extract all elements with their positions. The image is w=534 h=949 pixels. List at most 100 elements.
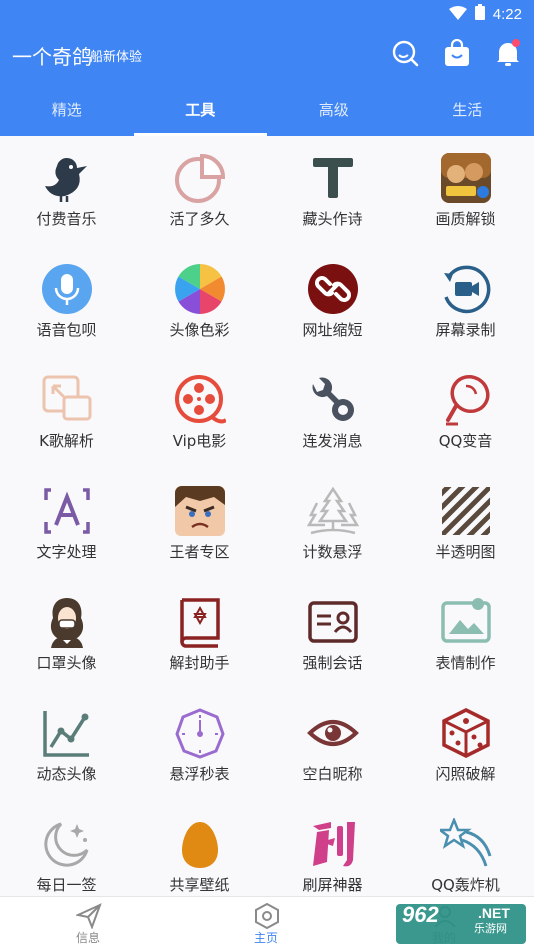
- diagonal-stripes-icon: [440, 485, 492, 537]
- tool-label: 活了多久: [169, 210, 230, 228]
- tab-advanced[interactable]: 高级: [267, 83, 401, 136]
- watermark: 962 .NET 乐游网: [394, 896, 534, 949]
- film-reel-icon: [174, 374, 226, 426]
- tool-karaoke-parse[interactable]: K歌解析: [0, 358, 133, 469]
- egg-icon: [174, 818, 226, 870]
- battery-icon: [474, 4, 485, 24]
- dice-icon: [440, 707, 492, 759]
- search-icon: [391, 39, 419, 71]
- tool-paid-music[interactable]: 付费音乐: [0, 136, 133, 247]
- hexagon-icon: [254, 903, 280, 929]
- tool-label: 藏头作诗: [302, 210, 363, 228]
- tool-spam-tool[interactable]: 刷屏神器: [266, 802, 399, 896]
- tool-url-shortener[interactable]: 网址缩短: [266, 247, 399, 358]
- notification-bell-icon: [495, 39, 521, 71]
- shooting-star-icon: [440, 818, 492, 870]
- color-wheel-icon: [174, 263, 226, 315]
- tool-age-counter[interactable]: 活了多久: [133, 136, 266, 247]
- tool-shared-wallpaper[interactable]: 共享壁纸: [133, 802, 266, 896]
- tab-bar: 精选 工具 高级 生活: [0, 83, 534, 136]
- tool-mask-avatar[interactable]: 口罩头像: [0, 580, 133, 691]
- tool-repeat-message[interactable]: 连发消息: [266, 358, 399, 469]
- text-a-icon: [41, 485, 93, 537]
- stopwatch-icon: [174, 707, 226, 759]
- tool-daily-sign[interactable]: 每日一签: [0, 802, 133, 896]
- tool-label: 表情制作: [435, 654, 496, 672]
- tool-king-zone[interactable]: 王者专区: [133, 469, 266, 580]
- app-title: 一个奇鸽: [12, 45, 92, 69]
- nav-label: 主页: [253, 931, 278, 945]
- tool-qq-bomber[interactable]: QQ轰炸机: [399, 802, 532, 896]
- tool-flash-photo-crack[interactable]: 闪照破解: [399, 691, 532, 802]
- tool-label: 半透明图: [435, 543, 496, 561]
- tool-vip-movie[interactable]: Vip电影: [133, 358, 266, 469]
- mirror-icon: [440, 374, 492, 426]
- tab-featured[interactable]: 精选: [0, 83, 134, 136]
- tool-label: QQ变音: [438, 432, 493, 450]
- game-character-icon: [174, 485, 226, 537]
- watermark-subtitle: 乐游网: [474, 922, 507, 935]
- tool-label: 悬浮秒表: [169, 765, 230, 783]
- line-chart-icon: [41, 707, 93, 759]
- tool-label: 屏幕录制: [435, 321, 496, 339]
- wrench-gear-icon: [307, 374, 359, 426]
- book-star-icon: [174, 596, 226, 648]
- tool-dynamic-avatar[interactable]: 动态头像: [0, 691, 133, 802]
- nav-label: 信息: [75, 931, 100, 945]
- tool-acrostic-poem[interactable]: 藏头作诗: [266, 136, 399, 247]
- tool-label: 动态头像: [36, 765, 97, 783]
- status-icons: 4:22: [448, 4, 522, 24]
- tool-label: 强制会话: [302, 654, 363, 672]
- nav-messages[interactable]: 信息: [28, 897, 148, 949]
- shop-button[interactable]: [439, 37, 475, 73]
- tool-quality-unlock[interactable]: 画质解锁: [399, 136, 532, 247]
- tool-blank-nickname[interactable]: 空白昵称: [266, 691, 399, 802]
- image-icon: [440, 596, 492, 648]
- tool-label: 口罩头像: [36, 654, 97, 672]
- tool-unban-helper[interactable]: 解封助手: [133, 580, 266, 691]
- tool-label: 刷屏神器: [302, 876, 363, 894]
- tool-float-stopwatch[interactable]: 悬浮秒表: [133, 691, 266, 802]
- game-poster-icon: [440, 152, 492, 204]
- tool-translucent-image[interactable]: 半透明图: [399, 469, 532, 580]
- tool-qq-voice-change[interactable]: QQ变音: [399, 358, 532, 469]
- tool-label: 头像色彩: [169, 321, 230, 339]
- search-button[interactable]: [387, 37, 423, 73]
- tool-float-counter[interactable]: 计数悬浮: [266, 469, 399, 580]
- screen-record-icon: [440, 263, 492, 315]
- eye-icon: [307, 707, 359, 759]
- tool-sticker-maker[interactable]: 表情制作: [399, 580, 532, 691]
- tool-label: 解封助手: [169, 654, 230, 672]
- tool-label: 计数悬浮: [302, 543, 363, 561]
- notification-button[interactable]: [490, 37, 526, 73]
- tool-label: 连发消息: [302, 432, 363, 450]
- paper-plane-icon: [76, 903, 102, 929]
- tool-label: 付费音乐: [36, 210, 97, 228]
- trees-icon: [307, 485, 359, 537]
- tool-label: 闪照破解: [435, 765, 496, 783]
- tool-force-chat[interactable]: 强制会话: [266, 580, 399, 691]
- app-subtitle: 船新体验: [90, 50, 143, 65]
- tool-label: K歌解析: [39, 432, 94, 450]
- tool-label: 文字处理: [36, 543, 97, 561]
- moon-stars-icon: [41, 818, 93, 870]
- shopping-bag-icon: [444, 38, 470, 71]
- pie-chart-icon: [174, 152, 226, 204]
- tool-text-process[interactable]: 文字处理: [0, 469, 133, 580]
- watermark-brand: 962: [402, 902, 439, 927]
- watermark-suffix: .NET: [478, 905, 510, 921]
- tool-grid: 付费音乐 活了多久 藏头作诗 画质解锁 语音包呗 头像色彩 网址缩短 屏幕录制 …: [0, 136, 534, 896]
- tool-label: 网址缩短: [302, 321, 363, 339]
- woman-avatar-icon: [41, 596, 93, 648]
- tool-avatar-color[interactable]: 头像色彩: [133, 247, 266, 358]
- bird-icon: [41, 152, 93, 204]
- tab-tools[interactable]: 工具: [133, 83, 268, 136]
- nav-home[interactable]: 主页: [206, 897, 326, 949]
- app-bar: 一个奇鸽 船新体验: [0, 27, 534, 83]
- resize-icon: [41, 374, 93, 426]
- brush-text-icon: [307, 818, 359, 870]
- tab-life[interactable]: 生活: [401, 83, 534, 136]
- tool-voice-pack[interactable]: 语音包呗: [0, 247, 133, 358]
- tool-screen-record[interactable]: 屏幕录制: [399, 247, 532, 358]
- microphone-icon: [41, 263, 93, 315]
